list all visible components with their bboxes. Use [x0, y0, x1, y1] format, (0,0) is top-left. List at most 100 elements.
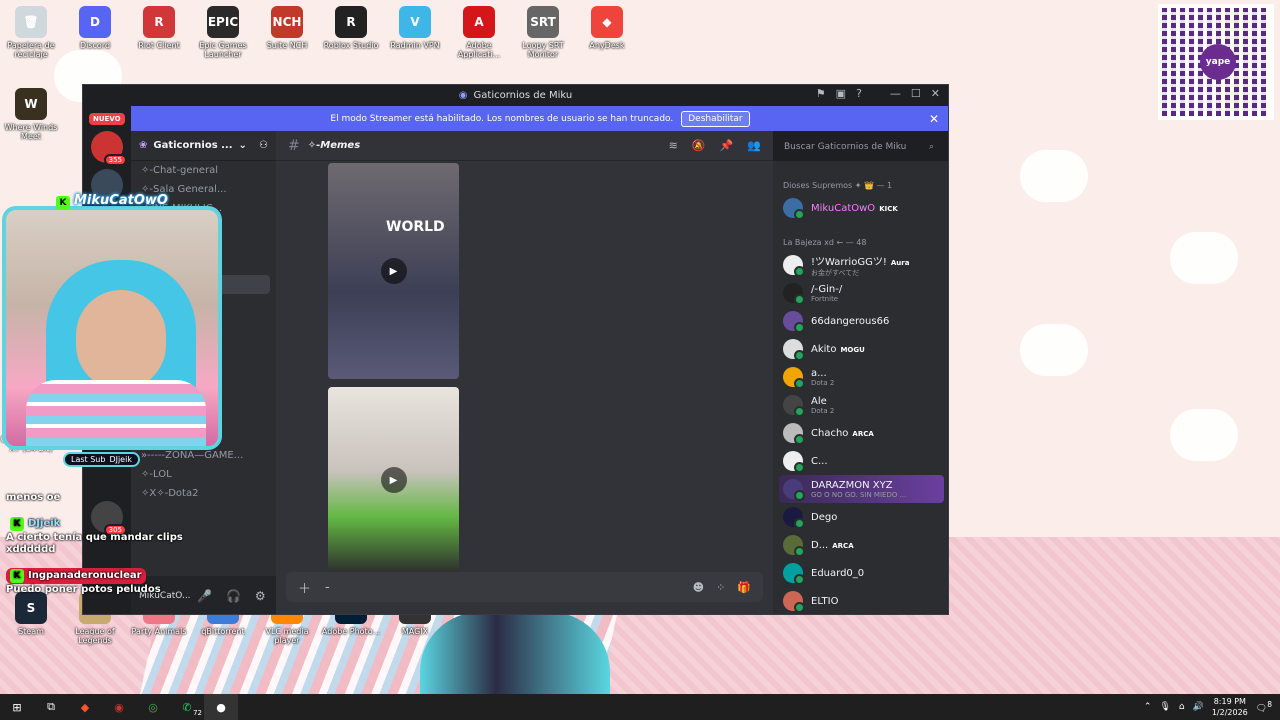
desktop-icon[interactable]: A Adobe Applicati...	[448, 6, 510, 59]
maximize-icon[interactable]: ☐	[911, 87, 921, 100]
search-input[interactable]: Buscar Gaticornios de Miku ⌕	[778, 137, 940, 157]
invite-icon[interactable]: ⚇	[259, 140, 268, 151]
member-item[interactable]: D... ARCA	[773, 531, 948, 559]
search-placeholder: Buscar Gaticornios de Miku	[784, 142, 907, 152]
desktop-icon[interactable]: R Roblox Studio	[320, 6, 382, 50]
member-item[interactable]: Eduard0_0	[773, 559, 948, 587]
chat-text: menos oe	[6, 492, 61, 503]
desktop-icon[interactable]: 🗑 Papelera de reciclaje	[0, 6, 62, 59]
channel-name: ✧-Memes	[307, 140, 361, 151]
avatar	[783, 479, 805, 501]
windows-start-icon[interactable]: ⊞	[0, 694, 34, 720]
cloud-decoration	[1176, 415, 1232, 455]
yape-qr-code: yape	[1158, 4, 1274, 120]
avatar	[783, 339, 805, 361]
member-item[interactable]: /-Gin-/Fortnite	[773, 279, 948, 307]
apps-icon[interactable]: ⁘	[716, 581, 725, 594]
desktop-icon-label: Where Winds Meet	[4, 123, 58, 141]
member-name: Akito MOGU	[811, 343, 865, 355]
app-icon: ◆	[591, 6, 623, 38]
play-icon[interactable]: ▶	[380, 467, 407, 493]
chevron-up-icon[interactable]: ⌃	[1144, 702, 1152, 712]
server-header[interactable]: ❀ Gaticornios ... ⌄ ⚇	[131, 131, 276, 161]
notification-icon[interactable]: 🗨8	[1256, 700, 1272, 714]
desktop-icon-label: AnyDesk	[589, 41, 625, 50]
network-icon[interactable]: ⌂	[1179, 702, 1185, 712]
pin-icon[interactable]: 📌	[720, 139, 734, 152]
app-icon[interactable]: ◉	[102, 694, 136, 720]
member-item[interactable]: Chacho ARCA	[773, 419, 948, 447]
play-icon[interactable]: ▶	[380, 258, 407, 284]
desktop-icon[interactable]: V Radmin VPN	[384, 6, 446, 50]
close-banner-icon[interactable]: ✕	[929, 112, 939, 126]
server-icon[interactable]: 355	[91, 131, 127, 166]
channel-item[interactable]: ✧-Chat-general	[131, 161, 276, 180]
desktop-icon[interactable]: D Discord	[64, 6, 126, 50]
microphone-icon[interactable]: 🎙	[1159, 702, 1170, 712]
chrome-icon[interactable]: ◎	[136, 694, 170, 720]
add-attachment-icon[interactable]: ＋	[298, 578, 311, 597]
flag-icon[interactable]: ⚑	[816, 87, 826, 100]
app-icon: D	[79, 6, 111, 38]
whatsapp-icon[interactable]: ✆ 72	[170, 694, 204, 720]
brave-icon[interactable]: ◆	[68, 694, 102, 720]
app-icon: A	[463, 6, 495, 38]
member-item[interactable]: Ale Dota 2	[773, 391, 948, 419]
member-activity: Dota 2	[811, 406, 835, 415]
window-title: Gaticornios de Miku	[473, 89, 573, 101]
task-view-icon[interactable]: ⧉	[34, 694, 68, 720]
volume-icon[interactable]: 🔊	[1193, 702, 1204, 712]
webcam-title: MikuCatOwO	[74, 193, 168, 208]
member-list-icon[interactable]: 👥	[747, 139, 761, 152]
desktop-icon[interactable]: S Steam	[0, 592, 62, 636]
avatar	[783, 395, 805, 417]
member-name: D... ARCA	[811, 539, 854, 551]
headphones-icon[interactable]: 🎧	[226, 589, 241, 603]
member-name: DARAZMON XYZ	[811, 479, 893, 491]
channel-item[interactable]: ✧X✧-Dota2	[131, 484, 276, 503]
member-item[interactable]: DARAZMON XYZ GO O NO GO. SIN MIEDO ...	[779, 475, 944, 503]
desktop-icon[interactable]: ◆ AnyDesk	[576, 6, 638, 50]
gear-icon[interactable]: ⚙	[255, 589, 266, 603]
member-item[interactable]: a... Dota 2	[773, 363, 948, 391]
video-attachment[interactable]: WORLD ▶	[328, 163, 459, 379]
desktop-icon[interactable]: EPIC Epic Games Launcher	[192, 6, 254, 59]
channel-item[interactable]: ✧-LOL	[131, 465, 276, 484]
minimize-icon[interactable]: —	[890, 87, 901, 100]
desktop-icon[interactable]: SRT Loopy SRT Monitor	[512, 6, 574, 59]
cloud-decoration	[1176, 238, 1232, 278]
member-name: !ツWarrioGGツ! Aura	[811, 256, 910, 268]
clock[interactable]: 8:19 PM 1/2/2026	[1212, 696, 1248, 718]
close-icon[interactable]: ✕	[931, 87, 940, 100]
help-icon[interactable]: ?	[856, 87, 862, 100]
emoji-icon[interactable]: ☻	[693, 581, 704, 594]
window-titlebar[interactable]: ◉ Gaticornios de Miku ⚑ ▣ ? — ☐ ✕	[83, 85, 948, 105]
member-item[interactable]: ELTIO	[773, 587, 948, 614]
desktop-icon[interactable]: NCH Suite NCH	[256, 6, 318, 50]
member-item[interactable]: Dego	[773, 503, 948, 531]
desktop-icon[interactable]: W Where Winds Meet	[0, 88, 62, 141]
notification-icon[interactable]: 🔕	[692, 139, 706, 152]
inbox-icon[interactable]: ▣	[836, 87, 846, 100]
member-item[interactable]: 66dangerous66	[773, 307, 948, 335]
message-input[interactable]: -	[325, 580, 330, 595]
member-tag: Aura	[890, 258, 910, 267]
kick-icon: K	[56, 196, 70, 210]
member-item[interactable]: MikuCatOwO KICK	[773, 194, 948, 222]
gift-icon[interactable]: 🎁	[737, 581, 751, 594]
mute-icon[interactable]: 🎤	[197, 589, 212, 603]
disable-streamer-button[interactable]: Deshabilitar	[681, 110, 750, 127]
desktop-icon[interactable]: R Riot Client	[128, 6, 190, 50]
message-composer[interactable]: ＋ - ☻ ⁘ 🎁	[286, 572, 763, 602]
avatar	[783, 255, 805, 277]
server-icon: ❀	[139, 140, 148, 151]
threads-icon[interactable]: ≋	[669, 139, 678, 152]
last-sub-user: DJjeik	[109, 455, 132, 464]
member-item[interactable]: !ツWarrioGGツ! Aura お金がすべてだ	[773, 251, 948, 279]
video-attachment[interactable]: ▶	[328, 387, 459, 573]
obs-icon[interactable]: ●	[204, 694, 238, 720]
member-item[interactable]: C...	[773, 447, 948, 475]
role-header: La Bajeza xd ← — 48	[783, 238, 867, 247]
member-list: Dioses Supremos ✦ 👑 — 1 MikuCatOwO KICK L…	[773, 161, 948, 614]
member-item[interactable]: Akito MOGU	[773, 335, 948, 363]
